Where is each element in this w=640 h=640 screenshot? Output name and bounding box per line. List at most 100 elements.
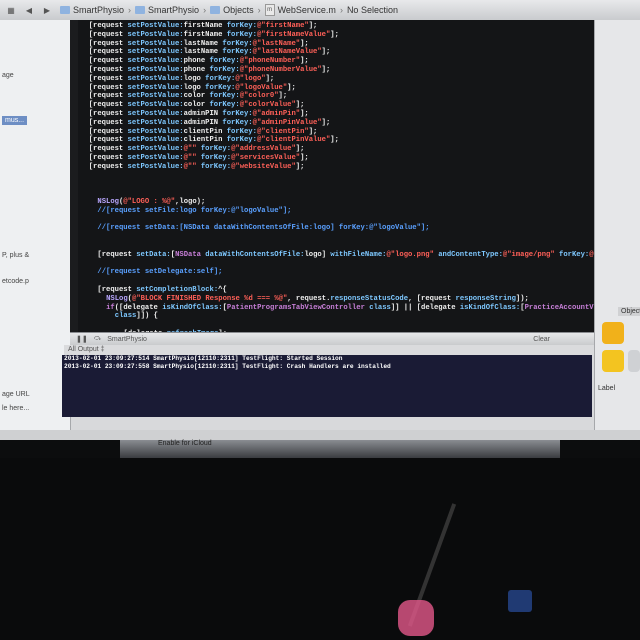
code-editor[interactable]: [request setPostValue:firstName forKey:@… [78, 20, 600, 332]
code-line[interactable]: if([delegate isKindOfClass:[PatientProgr… [106, 304, 600, 313]
forward-arrow-icon[interactable]: ▶ [40, 3, 54, 17]
code-line[interactable]: [request setPostValue:phone forKey:@"pho… [89, 66, 331, 75]
code-line[interactable]: [request setPostValue:@"" forKey:@"servi… [89, 154, 309, 163]
code-line[interactable]: class]]) { [115, 312, 158, 321]
breadcrumb-objects[interactable]: Objects [223, 5, 254, 15]
code-line[interactable]: [request setPostValue:logo forKey:@"logo… [89, 75, 275, 84]
code-line[interactable]: [request setPostValue:lastName forKey:@"… [89, 48, 331, 57]
blue-object [508, 590, 532, 612]
label-object-name: Label [598, 385, 616, 392]
code-token: forKey: [222, 48, 253, 57]
breadcrumb-project[interactable]: SmartPhysio [73, 5, 124, 15]
left-pane-item-selected[interactable]: mus... [2, 116, 28, 125]
pause-icon[interactable]: ❚❚ [76, 335, 88, 343]
breadcrumb-separator: › [339, 5, 343, 15]
code-line[interactable]: [request setPostValue:lastName forKey:@"… [89, 40, 309, 49]
code-token: , request. [287, 294, 331, 303]
code-token: forKey: [205, 74, 236, 83]
code-token: [request [88, 101, 128, 110]
code-token: responseString [455, 294, 516, 303]
code-token: logo] [304, 250, 331, 259]
code-token: [request [88, 162, 128, 171]
code-line[interactable]: [request setCompletionBlock:^{ [97, 286, 226, 295]
left-pane-item[interactable]: age [2, 72, 14, 79]
code-token: ]; [330, 30, 339, 39]
code-token: ]; [308, 127, 318, 136]
left-pane-item[interactable]: le here... [2, 405, 29, 412]
output-filter-select[interactable]: All Output ‡ [68, 346, 105, 353]
code-line[interactable]: [request setPostValue:color forKey:@"col… [89, 101, 305, 110]
left-pane-item[interactable]: etcode.p [2, 278, 29, 285]
code-token: setCompletionBlock: [136, 286, 219, 294]
code-token: , [request [408, 294, 456, 303]
back-arrow-icon[interactable]: ◀ [22, 3, 36, 17]
code-line[interactable]: [request setData:[NSData dataWithContent… [97, 251, 600, 260]
code-token: forKey: [209, 57, 240, 66]
code-token: @"lastNameValue" [252, 48, 322, 57]
step-icon[interactable]: ⤼ [94, 335, 101, 343]
code-token: @"logo.png" [386, 250, 439, 259]
library-object-icon[interactable] [628, 350, 640, 372]
code-line[interactable]: [request setPostValue:@"" forKey:@"websi… [89, 163, 305, 172]
code-token: @"color0" [239, 92, 279, 101]
library-object-icon[interactable] [602, 350, 624, 372]
code-token: NSLog [97, 198, 119, 206]
code-line[interactable]: //[request setDelegate:self]; [97, 268, 222, 277]
folder-icon [135, 6, 146, 14]
code-token: setData: [136, 250, 171, 259]
console-line: 2013-02-01 23:09:27:558 SmartPhysio[1211… [64, 363, 391, 370]
code-line[interactable]: [request setPostValue:@"" forKey:@"addre… [89, 145, 305, 154]
objects-library-label[interactable]: Objects [618, 307, 640, 316]
code-token: class [369, 303, 391, 312]
code-token: @"logo" [235, 74, 266, 83]
code-line[interactable]: [request setPostValue:clientPin forKey:@… [89, 136, 339, 145]
related-files-icon[interactable]: ▦ [4, 3, 18, 17]
code-token: @"BLOCK FINISHED Response %d === %@" [132, 294, 288, 303]
code-token: @"lastName" [252, 39, 301, 48]
toy-figure [398, 600, 434, 636]
clear-button[interactable]: Clear [533, 336, 550, 343]
scheme-label: SmartPhysio [107, 335, 147, 343]
code-token: @"phoneNumber" [239, 57, 301, 66]
code-token: ]); [515, 294, 529, 303]
code-token: forKey: [559, 250, 590, 259]
library-object-icon[interactable] [602, 322, 624, 344]
code-token: @"phoneNumberValue" [239, 66, 322, 74]
code-token: forKey: [200, 162, 232, 171]
code-token: setPostValue: [127, 162, 184, 171]
code-line[interactable]: [request setPostValue:color forKey:@"col… [89, 92, 287, 101]
code-token: PatientProgramsTabViewController [226, 303, 370, 312]
code-token: class [114, 312, 137, 321]
code-line[interactable]: NSLog(@"BLOCK FINISHED Response %d === %… [106, 295, 529, 304]
code-line[interactable]: [request setPostValue:firstName forKey:@… [89, 31, 339, 40]
code-token: NSData [175, 250, 206, 259]
xcode-window: ▦ ◀ ▶ SmartPhysio › SmartPhysio › Object… [0, 0, 640, 440]
code-token: ]]) { [136, 312, 158, 321]
code-token: @"image/png" [502, 250, 559, 259]
left-pane-item[interactable]: P, plus & [2, 252, 29, 259]
code-token: color [183, 101, 210, 110]
left-pane-item[interactable]: age URL [2, 391, 30, 398]
breadcrumb-selection[interactable]: No Selection [347, 5, 398, 15]
code-line[interactable]: [request setPostValue:phone forKey:@"pho… [89, 57, 309, 66]
code-line[interactable]: //[request setFile:logo forKey:@"logoVal… [97, 207, 291, 216]
code-line[interactable]: [request setPostValue:clientPin forKey:@… [89, 128, 318, 137]
breadcrumb: SmartPhysio › SmartPhysio › Objects › m … [60, 4, 398, 16]
code-token: [request [88, 92, 128, 101]
output-header: All Output ‡ [64, 345, 600, 355]
code-line[interactable]: NSLog(@"LOGO : %@",logo); [97, 198, 205, 207]
code-line[interactable]: [request setPostValue:firstName forKey:@… [89, 22, 318, 31]
code-line[interactable]: [request setPostValue:logo forKey:@"logo… [89, 84, 296, 93]
code-line[interactable]: [request setPostValue:adminPIN forKey:@"… [89, 110, 309, 119]
left-pane: age mus... P, plus & etcode.p age URL le… [0, 20, 71, 430]
console-output[interactable]: 2013-02-01 23:09:27:514 SmartPhysio[1211… [62, 355, 592, 417]
code-token: adminPIN [183, 118, 223, 127]
code-token: @"addressValue" [231, 145, 296, 154]
breadcrumb-group[interactable]: SmartPhysio [148, 5, 199, 15]
code-line[interactable]: [request setPostValue:adminPIN forKey:@"… [89, 119, 331, 128]
code-token: ]; [321, 48, 331, 57]
code-line[interactable]: //[request setData:[NSData dataWithConte… [97, 224, 429, 233]
monitor-bezel [0, 458, 640, 640]
breadcrumb-file[interactable]: WebService.m [278, 5, 336, 15]
code-token: ]; [300, 154, 309, 162]
